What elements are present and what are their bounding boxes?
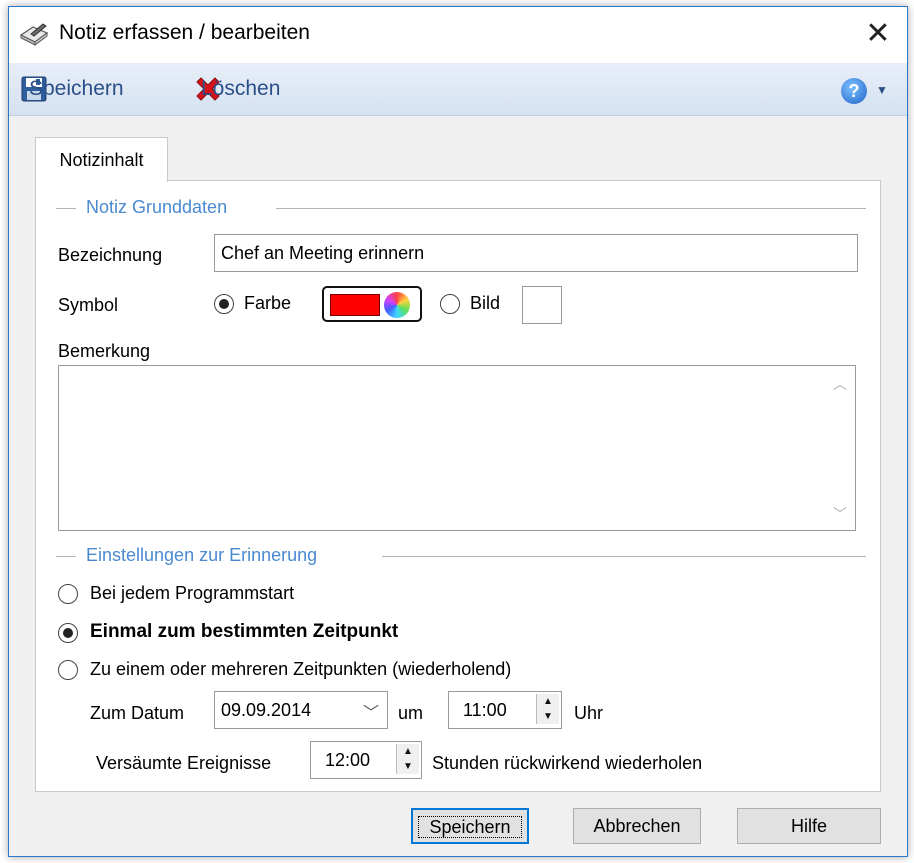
- bild-label: Bild: [470, 293, 501, 313]
- vertical-scrollbar[interactable]: ︿ ﹀: [825, 366, 855, 530]
- date-value: 09.09.2014: [221, 700, 312, 720]
- farbe-label: Farbe: [244, 293, 292, 313]
- uhr-label: Uhr: [574, 703, 604, 723]
- spin-up-icon[interactable]: ▲: [537, 694, 559, 710]
- color-swatch: [330, 294, 380, 316]
- option-programmstart-label: Bei jedem Programmstart: [90, 583, 295, 603]
- close-icon: ✕: [865, 17, 891, 50]
- question-mark-icon[interactable]: ?: [841, 78, 867, 104]
- option-wiederholend-label: Zu einem oder mehreren Zeitpunkten (wied…: [90, 659, 512, 679]
- versaeumte-spinbox[interactable]: 12:00 ▲ ▼: [310, 741, 422, 779]
- toolbar-save-button[interactable]: Speichern: [21, 73, 124, 105]
- color-picker-button[interactable]: [322, 286, 422, 322]
- time-spinbox[interactable]: 11:00 ▲ ▼: [448, 691, 562, 729]
- radio-wiederholend[interactable]: [58, 660, 78, 680]
- notebook-pen-icon: [19, 23, 49, 46]
- toolbar-delete-button[interactable]: Löschen: [193, 73, 280, 105]
- spin-down-icon[interactable]: ▼: [397, 759, 419, 774]
- radio-bild[interactable]: [440, 294, 460, 314]
- stunden-label: Stunden rückwirkend wiederholen: [432, 753, 703, 773]
- versaeumte-label: Versäumte Ereignisse: [96, 753, 272, 773]
- radio-programmstart[interactable]: [58, 584, 78, 604]
- title-bar: Notiz erfassen / bearbeiten ✕: [9, 7, 907, 63]
- symbol-label: Symbol: [58, 295, 119, 315]
- close-button[interactable]: ✕: [849, 7, 907, 63]
- group-divider: [276, 208, 866, 209]
- group-title-erinnerung: Einstellungen zur Erinnerung: [86, 545, 328, 566]
- tab-notizinhalt[interactable]: Notizinhalt: [35, 137, 168, 182]
- versaeumte-spinner[interactable]: ▲ ▼: [396, 744, 419, 774]
- toolbar-delete-label: Löschen: [201, 77, 281, 100]
- um-label: um: [398, 703, 424, 723]
- bemerkung-textarea[interactable]: ︿ ﹀: [58, 365, 856, 531]
- versaeumte-value: 12:00: [325, 750, 371, 770]
- chevron-down-icon[interactable]: ▼: [876, 83, 888, 97]
- spin-down-icon[interactable]: ▼: [537, 709, 559, 724]
- bezeichnung-input[interactable]: [214, 234, 858, 272]
- save-button-label: Speichern: [418, 816, 522, 838]
- help-button[interactable]: Hilfe: [737, 808, 881, 844]
- option-einmal-label: Einmal zum bestimmten Zeitpunkt: [90, 621, 399, 642]
- save-button[interactable]: Speichern: [411, 808, 529, 844]
- time-spinner[interactable]: ▲ ▼: [536, 694, 559, 724]
- dialog-window: Notiz erfassen / bearbeiten ✕ Speichern …: [8, 6, 908, 857]
- scroll-up-icon[interactable]: ︿: [833, 374, 847, 394]
- toolbar: Speichern Löschen ? ▼: [9, 63, 907, 116]
- time-value: 11:00: [463, 700, 507, 720]
- scroll-down-icon[interactable]: ﹀: [833, 504, 847, 524]
- datum-label: Zum Datum: [90, 703, 185, 723]
- color-wheel-icon: [384, 292, 410, 318]
- radio-farbe[interactable]: [214, 294, 234, 314]
- cancel-button[interactable]: Abbrechen: [573, 808, 701, 844]
- group-grunddaten: Notiz Grunddaten: [36, 197, 880, 221]
- bezeichnung-label: Bezeichnung: [58, 245, 163, 265]
- toolbar-save-label: Speichern: [29, 77, 124, 100]
- radio-einmal[interactable]: [58, 623, 78, 643]
- group-erinnerung: Einstellungen zur Erinnerung: [36, 545, 880, 569]
- group-title-grunddaten: Notiz Grunddaten: [86, 197, 238, 218]
- tab-panel: Notiz Grunddaten Bezeichnung Symbol Farb…: [35, 180, 881, 792]
- chevron-down-icon[interactable]: ﹀: [363, 696, 379, 732]
- group-divider: [56, 556, 76, 557]
- window-title: Notiz erfassen / bearbeiten: [59, 21, 310, 44]
- date-combobox[interactable]: 09.09.2014 ﹀: [214, 691, 388, 729]
- bemerkung-label: Bemerkung: [58, 341, 151, 361]
- spin-up-icon[interactable]: ▲: [397, 744, 419, 760]
- image-picker-box[interactable]: [522, 286, 562, 324]
- group-divider: [382, 556, 866, 557]
- group-divider: [56, 208, 76, 209]
